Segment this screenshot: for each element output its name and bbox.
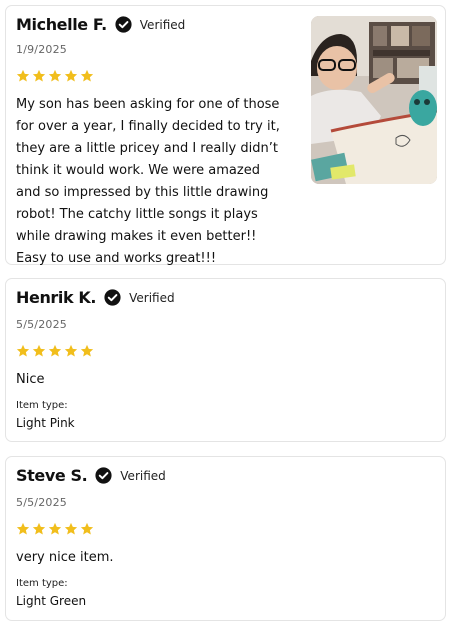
verified-label: Verified (139, 17, 186, 32)
item-type-value: Light Pink (16, 416, 75, 430)
star-icon (64, 69, 78, 82)
review-text: My son has been asking for one of those … (16, 94, 280, 270)
review-photo-image (311, 16, 437, 184)
star-icon (80, 69, 94, 82)
star-icon (48, 522, 62, 535)
star-icon (64, 522, 78, 535)
reviewer-name: Michelle F. (16, 15, 107, 34)
star-rating (16, 344, 94, 358)
review-card: Steve S. Verified 5/5/2025 very nice ite… (5, 456, 446, 621)
item-type-label: Item type: (16, 400, 68, 411)
review-header: Henrik K. Verified (16, 288, 175, 307)
star-icon (32, 522, 46, 535)
verified-label: Verified (120, 468, 166, 483)
item-type-label: Item type: (16, 578, 68, 589)
star-icon (64, 344, 78, 357)
review-text: Nice (16, 372, 45, 387)
star-icon (16, 522, 30, 535)
reviewer-name: Steve S. (16, 466, 88, 485)
review-header: Steve S. Verified (16, 466, 166, 485)
star-icon (80, 344, 94, 357)
review-text: very nice item. (16, 550, 114, 565)
review-photo[interactable] (311, 16, 437, 184)
review-text-line: they are a little pricey and I really di… (16, 141, 278, 156)
star-icon (16, 69, 30, 82)
reviewer-name: Henrik K. (16, 288, 97, 307)
star-icon (80, 522, 94, 535)
verified-check-icon (115, 16, 132, 33)
verified-label: Verified (129, 290, 175, 305)
review-date: 1/9/2025 (16, 43, 68, 56)
star-rating (16, 522, 94, 536)
review-card: Michelle F. Verified 1/9/2025 My son has… (5, 5, 446, 266)
star-icon (32, 344, 46, 357)
star-icon (48, 69, 62, 82)
review-card: Henrik K. Verified 5/5/2025 Nice Item ty… (5, 278, 446, 442)
review-text-line: think it would work. We were amazed (16, 163, 260, 178)
star-icon (32, 69, 46, 82)
review-text-line: Easy to use and works great!!! (16, 251, 217, 266)
star-icon (48, 344, 62, 357)
item-type-value: Light Green (16, 594, 87, 608)
verified-check-icon (104, 289, 121, 306)
star-rating (16, 69, 94, 83)
review-date: 5/5/2025 (16, 318, 68, 331)
verified-check-icon (95, 467, 112, 484)
star-icon (16, 344, 30, 357)
review-text-line: robot! The catchy little songs it plays (16, 207, 258, 222)
review-text-line: and so impressed by this little drawing (16, 185, 269, 200)
review-text-line: while drawing makes it even better!! (16, 229, 257, 244)
review-header: Michelle F. Verified (16, 15, 185, 34)
review-date: 5/5/2025 (16, 496, 68, 509)
review-text-line: for over a year, I finally decided to tr… (16, 119, 280, 134)
review-text-line: My son has been asking for one of those (16, 97, 280, 112)
